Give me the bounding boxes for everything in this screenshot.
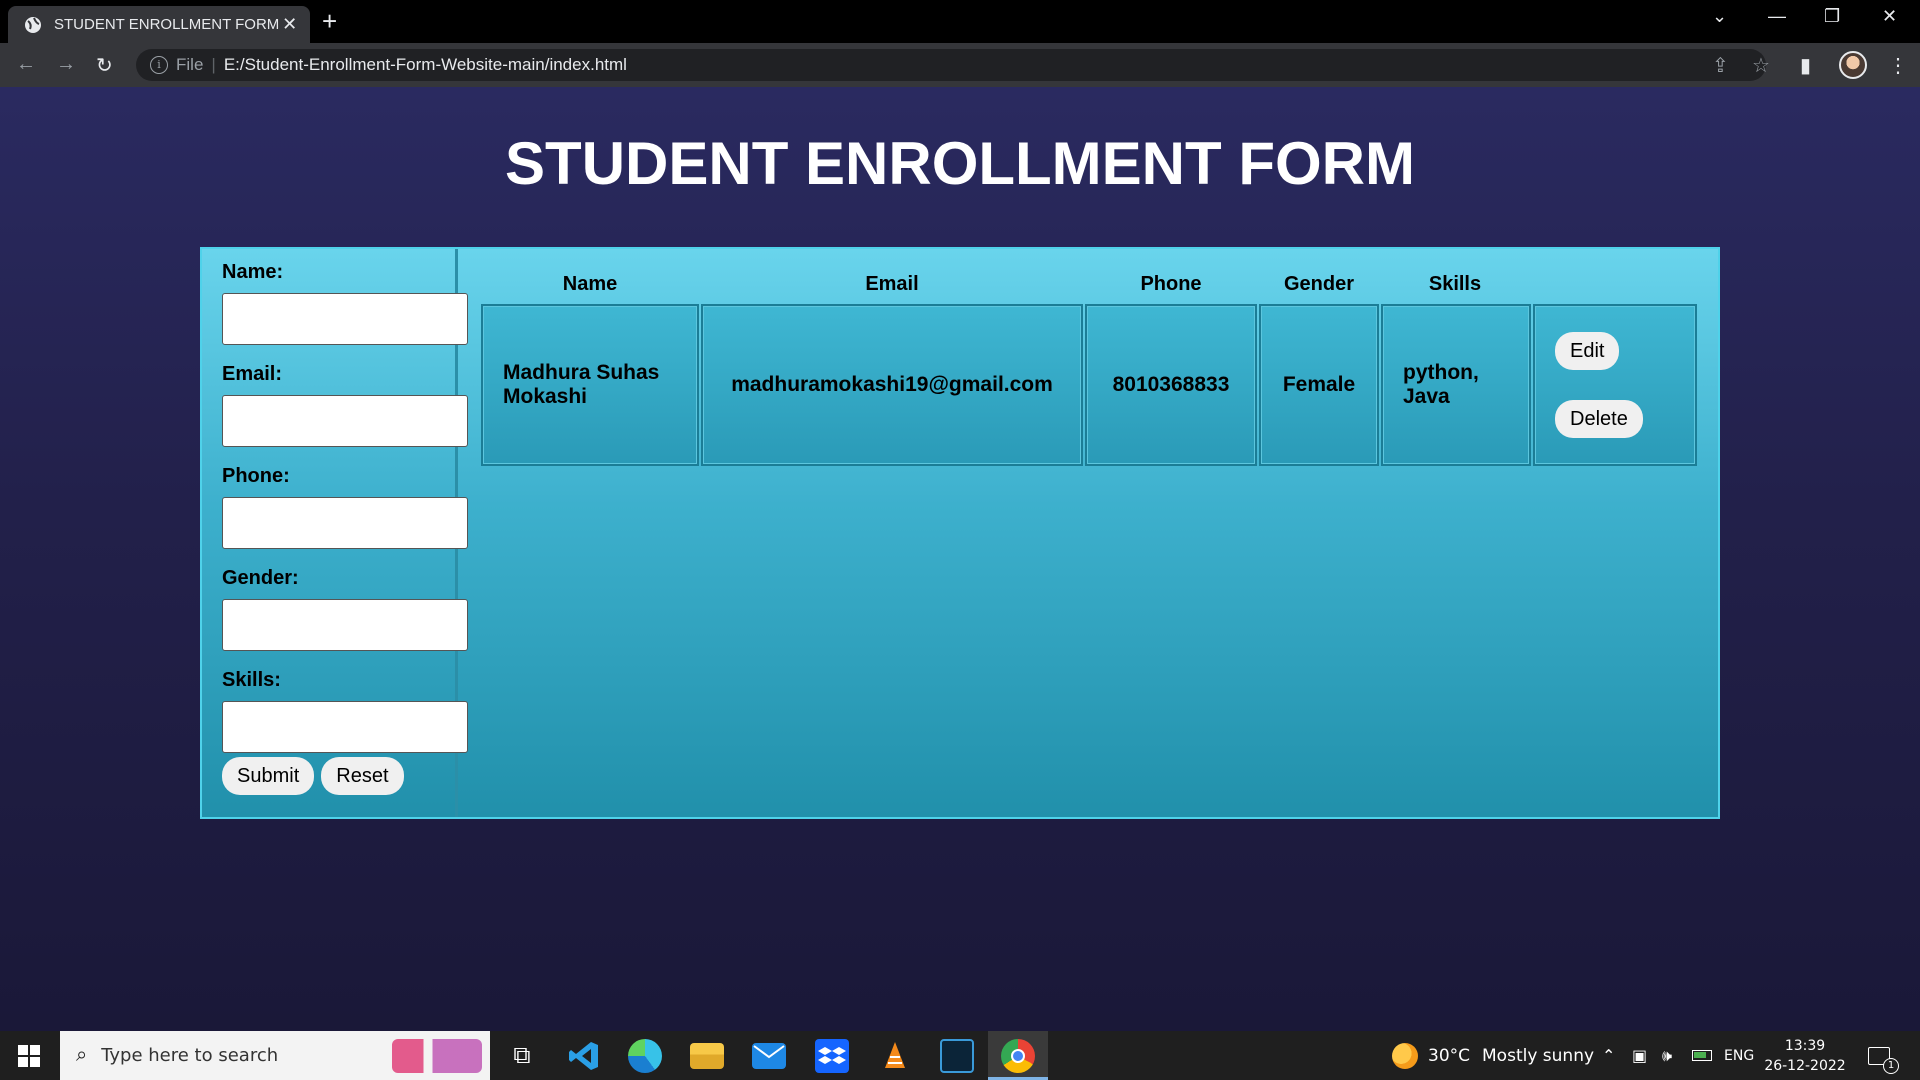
task-view-icon[interactable]: ⧉ (505, 1039, 539, 1073)
app-icon[interactable] (940, 1039, 974, 1073)
table-header-row: Name Email Phone Gender Skills (461, 273, 1718, 299)
new-tab-button[interactable]: + (322, 8, 337, 34)
close-tab-icon[interactable]: ✕ (279, 14, 300, 35)
address-bar[interactable]: i File | E:/Student-Enrollment-Form-Webs… (136, 49, 1766, 81)
name-input[interactable] (222, 293, 468, 345)
search-placeholder: Type here to search (101, 1045, 279, 1066)
vlc-icon[interactable] (878, 1039, 912, 1073)
chrome-icon[interactable] (1001, 1039, 1035, 1073)
page-body: STUDENT ENROLLMENT FORM Name: Email: Pho… (0, 87, 1920, 1031)
taskbar-clock[interactable]: 13:39 26-12-2022 (1760, 1036, 1850, 1076)
show-hidden-icons[interactable]: ⌃ (1602, 1031, 1615, 1080)
search-highlight-icon (392, 1039, 482, 1073)
url-separator: | (211, 55, 216, 74)
clock-date: 26-12-2022 (1764, 1058, 1846, 1074)
reload-icon[interactable]: ↻ (96, 53, 113, 78)
skills-input[interactable] (222, 701, 468, 753)
email-label: Email: (222, 363, 283, 385)
edge-icon[interactable] (628, 1039, 662, 1073)
header-email: Email (865, 273, 919, 295)
email-input[interactable] (222, 395, 468, 447)
gender-input[interactable] (222, 599, 468, 651)
globe-icon (24, 16, 42, 34)
reset-button[interactable]: Reset (321, 757, 404, 795)
notification-count: 1 (1883, 1057, 1899, 1074)
restore-icon[interactable]: ❐ (1824, 6, 1840, 27)
taskbar-search[interactable]: ⌕ Type here to search (60, 1031, 490, 1080)
browser-titlebar: STUDENT ENROLLMENT FORM ✕ + ⌄ — ❐ ✕ (0, 0, 1920, 43)
weather-sun-icon (1392, 1042, 1418, 1069)
browser-toolbar: ← → ↻ i File | E:/Student-Enrollment-For… (0, 43, 1920, 87)
cell-gender: Female (1259, 304, 1379, 466)
bookmark-star-icon[interactable]: ☆ (1752, 53, 1770, 78)
cell-actions: Edit Delete (1533, 304, 1697, 466)
search-icon: ⌕ (76, 1044, 88, 1066)
header-name: Name (562, 273, 618, 295)
skills-label: Skills: (222, 669, 281, 691)
tab-title: STUDENT ENROLLMENT FORM (54, 16, 280, 33)
gender-label: Gender: (222, 567, 299, 589)
edit-button[interactable]: Edit (1555, 332, 1620, 370)
profile-avatar[interactable] (1839, 51, 1867, 79)
cell-name: Madhura Suhas Mokashi (481, 304, 699, 466)
info-icon[interactable]: i (150, 56, 168, 74)
language-indicator[interactable]: ENG (1724, 1031, 1754, 1080)
cell-email: madhuramokashi19@gmail.com (701, 304, 1083, 466)
battery-icon[interactable] (1692, 1031, 1712, 1080)
browser-tab[interactable]: STUDENT ENROLLMENT FORM ✕ (8, 6, 310, 43)
network-icon[interactable]: ▣ (1632, 1031, 1647, 1080)
notification-icon[interactable]: 1 (1868, 1031, 1899, 1080)
cell-phone: 8010368833 (1085, 304, 1257, 466)
clock-time: 13:39 (1784, 1038, 1826, 1054)
dropbox-icon[interactable] (815, 1039, 849, 1073)
students-table: Name Email Phone Gender Skills Madhura S… (461, 249, 1718, 817)
header-skills: Skills (1428, 273, 1482, 295)
windows-start-icon[interactable] (18, 1045, 40, 1067)
header-phone: Phone (1140, 273, 1202, 295)
menu-icon[interactable]: ⋮ (1888, 53, 1908, 78)
header-gender: Gender (1283, 273, 1355, 295)
weather-widget[interactable]: 30°C Mostly sunny (1392, 1031, 1594, 1080)
enrollment-form: Name: Email: Phone: Gender: Skills: Subm… (202, 249, 468, 817)
minimize-icon[interactable]: — (1768, 6, 1786, 27)
weather-temp: 30°C (1428, 1045, 1471, 1066)
cell-skills: python, Java (1381, 304, 1531, 466)
side-panel-icon[interactable]: ▮ (1800, 53, 1811, 78)
tab-search-icon[interactable]: ⌄ (1712, 6, 1727, 27)
vscode-icon[interactable] (567, 1039, 601, 1073)
delete-button[interactable]: Delete (1555, 400, 1643, 438)
forward-icon[interactable]: → (56, 53, 76, 76)
windows-taskbar: ⌕ Type here to search ⧉ 30°C Mostly sunn… (0, 1031, 1920, 1080)
phone-label: Phone: (222, 465, 290, 487)
mail-icon[interactable] (752, 1043, 786, 1069)
name-label: Name: (222, 261, 284, 283)
enrollment-container: Name: Email: Phone: Gender: Skills: Subm… (200, 247, 1720, 819)
close-window-icon[interactable]: ✕ (1882, 6, 1897, 27)
file-explorer-icon[interactable] (690, 1043, 724, 1069)
url-text[interactable]: E:/Student-Enrollment-Form-Website-main/… (224, 55, 627, 75)
weather-text: Mostly sunny (1482, 1045, 1595, 1066)
form-buttons: Submit Reset (222, 757, 404, 795)
phone-input[interactable] (222, 497, 468, 549)
page-title: STUDENT ENROLLMENT FORM (505, 130, 1415, 197)
back-icon[interactable]: ← (16, 53, 36, 76)
volume-icon[interactable]: 🕪 (1662, 1031, 1672, 1080)
submit-button[interactable]: Submit (222, 757, 315, 795)
url-scheme: File (176, 55, 204, 74)
share-icon[interactable]: ⇪ (1712, 53, 1729, 78)
